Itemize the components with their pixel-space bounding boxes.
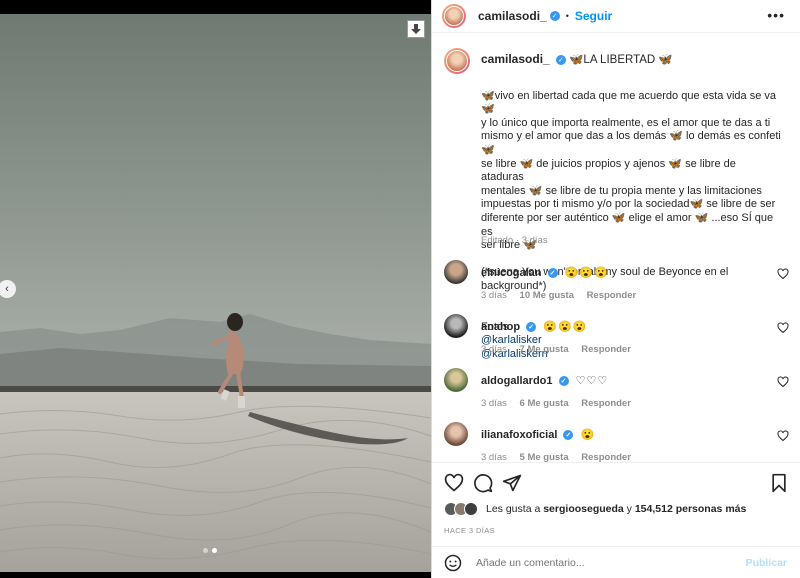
heart-icon[interactable] (777, 430, 789, 442)
carousel-dot-2 (212, 548, 217, 553)
author-avatar[interactable] (442, 4, 466, 28)
add-comment-bar: Publicar (432, 546, 800, 578)
liker-username[interactable]: sergioosegueda (543, 503, 624, 515)
heart-icon[interactable] (444, 473, 464, 493)
verified-icon: ✓ (549, 11, 560, 21)
verified-icon: ✓ (547, 268, 558, 279)
caption-username[interactable]: camilasodi_ (481, 52, 550, 66)
media-bottom-bar (0, 572, 431, 578)
comment-item: aldogallardo1 ✓ ♡♡♡ 3 días 6 Me gusta Re… (432, 368, 800, 422)
comment-text: 😮😮😮 (564, 267, 609, 279)
save-icon[interactable] (769, 473, 789, 493)
emoji-icon[interactable] (444, 554, 462, 572)
commenter-avatar[interactable] (444, 260, 468, 284)
comment-line: ilianafoxoficial ✓ 😮 (481, 428, 595, 441)
avatar (464, 502, 478, 516)
reply-button[interactable]: Responder (581, 398, 631, 409)
comment-item: elnicogalan ✓ 😮😮😮 3 días 10 Me gusta Res… (432, 260, 800, 314)
publish-button[interactable]: Publicar (746, 557, 787, 569)
liker-avatars (444, 502, 478, 516)
heart-icon[interactable] (777, 322, 789, 334)
instagram-post-modal: ‹ camilasodi_ ✓ • Seguir ••• camilasodi_… (0, 0, 800, 578)
comment-likes[interactable]: 7 Me gusta (520, 344, 569, 355)
comment-input[interactable] (476, 556, 736, 569)
reply-button[interactable]: Responder (587, 290, 637, 301)
comment-line: anahop ✓ 😮😮😮 (481, 320, 587, 333)
likes-summary: Les gusta a sergioosegueda y 154,512 per… (444, 502, 746, 516)
download-button[interactable] (407, 20, 425, 38)
likes-prefix: Les gusta a (486, 503, 541, 515)
comment-text: ♡♡♡ (575, 375, 609, 387)
commenter-username[interactable]: anahop (481, 321, 520, 333)
comment-item: anahop ✓ 😮😮😮 3 días 7 Me gusta Responder (432, 314, 800, 368)
heart-icon[interactable] (777, 268, 789, 280)
separator-dot: · (515, 235, 520, 246)
commenter-avatar[interactable] (444, 314, 468, 338)
post-media: ‹ (0, 0, 431, 578)
comment-line: aldogallardo1 ✓ ♡♡♡ (481, 374, 608, 387)
comment-meta: 3 días 10 Me gusta Responder (481, 290, 636, 301)
download-icon (411, 24, 421, 34)
comment-time[interactable]: 3 días (481, 290, 507, 301)
post-photo (0, 14, 431, 572)
commenter-avatar[interactable] (444, 368, 468, 392)
verified-icon: ✓ (526, 322, 537, 333)
commenter-username[interactable]: aldogallardo1 (481, 375, 553, 387)
commenter-username[interactable]: elnicogalan (481, 267, 542, 279)
likes-conj: y (626, 503, 632, 515)
media-top-bar (0, 0, 431, 14)
separator-dot: • (565, 11, 569, 21)
comment-text: 😮😮😮 (543, 321, 588, 333)
carousel-indicator (203, 548, 217, 553)
verified-icon: ✓ (555, 54, 566, 65)
caption-header: camilasodi_ ✓ 🦋LA LIBERTAD 🦋 (481, 52, 673, 66)
commenter-avatar[interactable] (444, 422, 468, 446)
post-panel: camilasodi_ ✓ • Seguir ••• camilasodi_ ✓… (431, 0, 800, 578)
comment-likes[interactable]: 6 Me gusta (520, 398, 569, 409)
follow-button[interactable]: Seguir (575, 9, 612, 23)
comment-icon[interactable] (473, 473, 493, 493)
edited-meta: Editado · 3 días (481, 235, 548, 246)
caption-title: 🦋LA LIBERTAD 🦋 (569, 54, 673, 66)
post-timestamp[interactable]: HACE 3 DÍAS (444, 526, 495, 535)
comment-time[interactable]: 3 días (481, 398, 507, 409)
heart-icon[interactable] (777, 376, 789, 388)
chevron-left-icon: ‹ (5, 283, 9, 295)
comment-text: 😮 (580, 429, 596, 441)
reply-button[interactable]: Responder (581, 344, 631, 355)
comment-time[interactable]: 3 días (481, 344, 507, 355)
caption-avatar[interactable] (444, 48, 470, 74)
likes-count[interactable]: 154,512 personas más (635, 503, 747, 515)
more-icon[interactable]: ••• (767, 7, 785, 23)
action-bar (432, 462, 800, 504)
share-icon[interactable] (502, 473, 522, 493)
edited-time[interactable]: 3 días (522, 235, 548, 246)
verified-icon: ✓ (558, 376, 569, 387)
comment-line: elnicogalan ✓ 😮😮😮 (481, 266, 609, 279)
edited-label: Editado (481, 235, 514, 246)
comment-meta: 3 días 7 Me gusta Responder (481, 344, 631, 355)
comment-likes[interactable]: 10 Me gusta (520, 290, 574, 301)
verified-icon: ✓ (563, 430, 574, 441)
post-header: camilasodi_ ✓ • Seguir ••• (432, 0, 800, 33)
commenter-username[interactable]: ilianafoxoficial (481, 429, 557, 441)
carousel-dot-1 (203, 548, 208, 553)
author-username[interactable]: camilasodi_ (478, 9, 547, 23)
comment-meta: 3 días 6 Me gusta Responder (481, 398, 631, 409)
